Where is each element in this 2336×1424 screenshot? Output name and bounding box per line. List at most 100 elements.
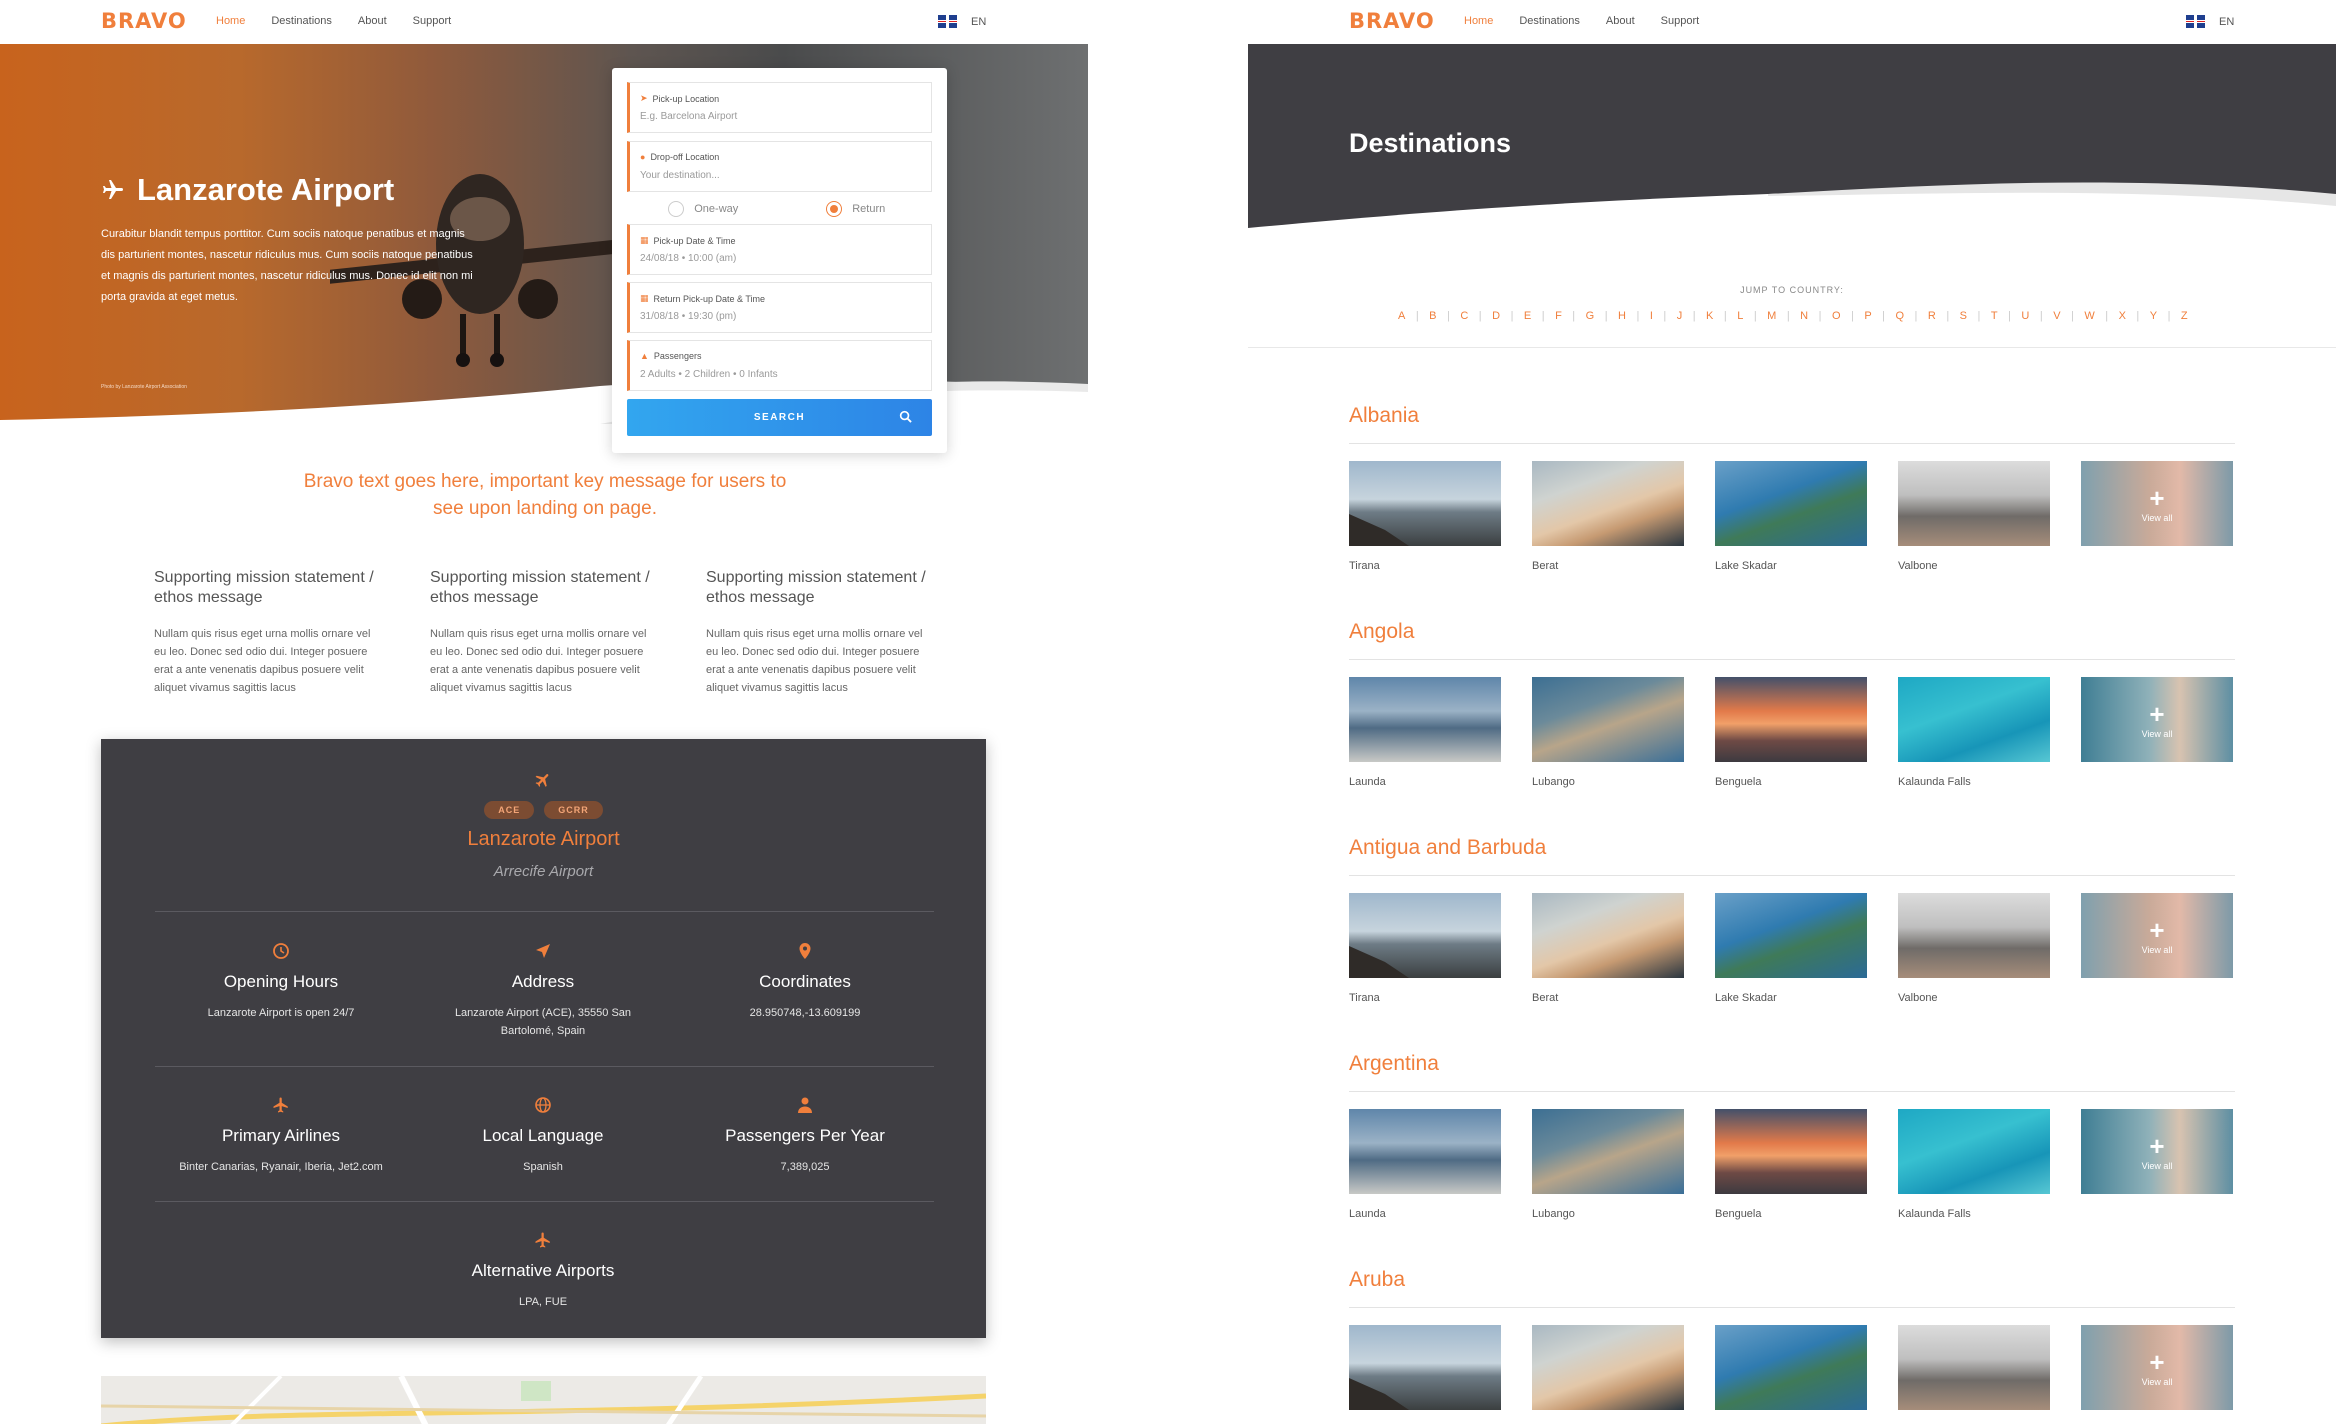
letter-link-n[interactable]: N [1800, 310, 1808, 322]
pickup-location-field[interactable]: ➤ Pick-up Location E.g. Barcelona Airport [627, 82, 932, 133]
one-way-radio[interactable] [668, 201, 685, 217]
destination-photo [1898, 1109, 2050, 1194]
letter-link-d[interactable]: D [1492, 310, 1500, 322]
letter-link-q[interactable]: Q [1896, 310, 1905, 322]
letter-link-r[interactable]: R [1928, 310, 1936, 322]
letter-link-x[interactable]: X [2119, 310, 2126, 322]
return-option[interactable]: Return [780, 198, 933, 220]
destination-card[interactable]: Berat [1532, 1325, 1684, 1424]
nav-destinations[interactable]: Destinations [1519, 15, 1580, 27]
brand-logo[interactable]: BRAVO [101, 9, 187, 33]
language-selector[interactable]: EN [2186, 15, 2234, 28]
nav-support[interactable]: Support [413, 15, 452, 27]
letter-link-h[interactable]: H [1618, 310, 1626, 322]
destination-card[interactable]: Tirana [1349, 893, 1501, 1004]
nav-home[interactable]: Home [1464, 15, 1493, 27]
letter-link-z[interactable]: Z [2181, 310, 2188, 322]
letter-link-l[interactable]: L [1737, 310, 1743, 322]
destination-card[interactable]: Kalaunda Falls [1898, 677, 2050, 788]
brand-logo[interactable]: BRAVO [1349, 9, 1435, 33]
nav-about[interactable]: About [1606, 15, 1635, 27]
letter-link-w[interactable]: W [2084, 310, 2094, 322]
view-all-card[interactable]: + View all [2081, 893, 2233, 1004]
nav-support[interactable]: Support [1661, 15, 1700, 27]
letter-link-i[interactable]: I [1650, 310, 1653, 322]
letter-link-p[interactable]: P [1864, 310, 1871, 322]
letter-link-c[interactable]: C [1460, 310, 1468, 322]
view-all-button[interactable]: + View all [2081, 1109, 2233, 1194]
destination-card[interactable]: Lake Skadar [1715, 461, 1867, 572]
pickup-date-value[interactable]: 24/08/18 • 10:00 (am) [640, 253, 736, 264]
destination-card[interactable]: Berat [1532, 461, 1684, 572]
view-all-card[interactable]: + View all [2081, 1109, 2233, 1220]
airport-name: Lanzarote Airport [467, 828, 620, 850]
destination-card[interactable]: Lubango [1532, 677, 1684, 788]
passengers-value[interactable]: 2 Adults • 2 Children • 0 Infants [640, 369, 778, 380]
search-button[interactable]: SEARCH [627, 399, 932, 436]
country-name[interactable]: Argentina [1349, 1052, 2235, 1079]
icao-code-badge: GCRR [544, 801, 603, 819]
destination-photo [1715, 893, 1867, 978]
return-radio[interactable] [826, 201, 843, 217]
nav-about[interactable]: About [358, 15, 387, 27]
view-all-button[interactable]: + View all [2081, 677, 2233, 762]
booking-form: ➤ Pick-up Location E.g. Barcelona Airport… [612, 68, 947, 453]
letter-link-b[interactable]: B [1429, 310, 1436, 322]
destination-card[interactable]: Valbone [1898, 1325, 2050, 1424]
destination-card[interactable]: Valbone [1898, 893, 2050, 1004]
letter-link-k[interactable]: K [1706, 310, 1713, 322]
view-all-card[interactable]: + View all [2081, 461, 2233, 572]
country-name[interactable]: Angola [1349, 620, 2235, 647]
letter-separator: | [1572, 310, 1576, 322]
view-all-button[interactable]: + View all [2081, 461, 2233, 546]
pickup-date-field[interactable]: ▦ Pick-up Date & Time 24/08/18 • 10:00 (a… [627, 224, 932, 275]
letter-link-a[interactable]: A [1398, 310, 1405, 322]
letter-separator: | [1663, 310, 1667, 322]
local-language-cell: Local Language Spanish [405, 1096, 681, 1176]
letter-link-v[interactable]: V [2053, 310, 2060, 322]
destination-card[interactable]: Tirana [1349, 461, 1501, 572]
nav-home[interactable]: Home [216, 15, 245, 27]
letter-link-g[interactable]: G [1586, 310, 1595, 322]
letter-link-e[interactable]: E [1524, 310, 1531, 322]
destination-card[interactable]: Lake Skadar [1715, 893, 1867, 1004]
view-all-button[interactable]: + View all [2081, 893, 2233, 978]
view-all-card[interactable]: + View all [2081, 1325, 2233, 1424]
country-name[interactable]: Antigua and Barbuda [1349, 836, 2235, 863]
mission-column: Supporting mission statement / ethos mes… [430, 568, 660, 697]
passengers-field[interactable]: ▲ Passengers 2 Adults • 2 Children • 0 In… [627, 340, 932, 391]
destination-card[interactable]: Benguela [1715, 677, 1867, 788]
destination-card[interactable]: Valbone [1898, 461, 2050, 572]
destination-card[interactable]: Launda [1349, 1109, 1501, 1220]
destination-card[interactable]: Lake Skadar [1715, 1325, 1867, 1424]
letter-link-s[interactable]: S [1960, 310, 1967, 322]
view-all-button[interactable]: + View all [2081, 1325, 2233, 1410]
destination-card[interactable]: Tirana [1349, 1325, 1501, 1424]
destination-name: Berat [1532, 992, 1559, 1004]
destination-card[interactable]: Berat [1532, 893, 1684, 1004]
dropoff-location-field[interactable]: ● Drop-off Location Your destination... [627, 141, 932, 192]
destination-card[interactable]: Kalaunda Falls [1898, 1109, 2050, 1220]
letter-link-y[interactable]: Y [2150, 310, 2157, 322]
country-name[interactable]: Albania [1349, 404, 2235, 431]
destination-card[interactable]: Benguela [1715, 1109, 1867, 1220]
nav-destinations[interactable]: Destinations [271, 15, 332, 27]
dropoff-location-input[interactable]: Your destination... [640, 170, 720, 181]
letter-separator: | [1882, 310, 1886, 322]
one-way-option[interactable]: One-way [627, 198, 780, 220]
destination-card[interactable]: Launda [1349, 677, 1501, 788]
letter-link-j[interactable]: J [1677, 310, 1683, 322]
letter-link-o[interactable]: O [1832, 310, 1841, 322]
country-name[interactable]: Aruba [1349, 1268, 2235, 1295]
pickup-location-input[interactable]: E.g. Barcelona Airport [640, 111, 737, 122]
letter-link-m[interactable]: M [1767, 310, 1776, 322]
return-date-field[interactable]: ▦ Return Pick-up Date & Time 31/08/18 • 1… [627, 282, 932, 333]
letter-link-f[interactable]: F [1555, 310, 1562, 322]
letter-link-u[interactable]: U [2021, 310, 2029, 322]
language-selector[interactable]: EN [938, 15, 986, 28]
destination-card[interactable]: Lubango [1532, 1109, 1684, 1220]
view-all-card[interactable]: + View all [2081, 677, 2233, 788]
letter-link-t[interactable]: T [1991, 310, 1998, 322]
map-preview[interactable] [101, 1376, 986, 1424]
return-date-value[interactable]: 31/08/18 • 19:30 (pm) [640, 311, 736, 322]
